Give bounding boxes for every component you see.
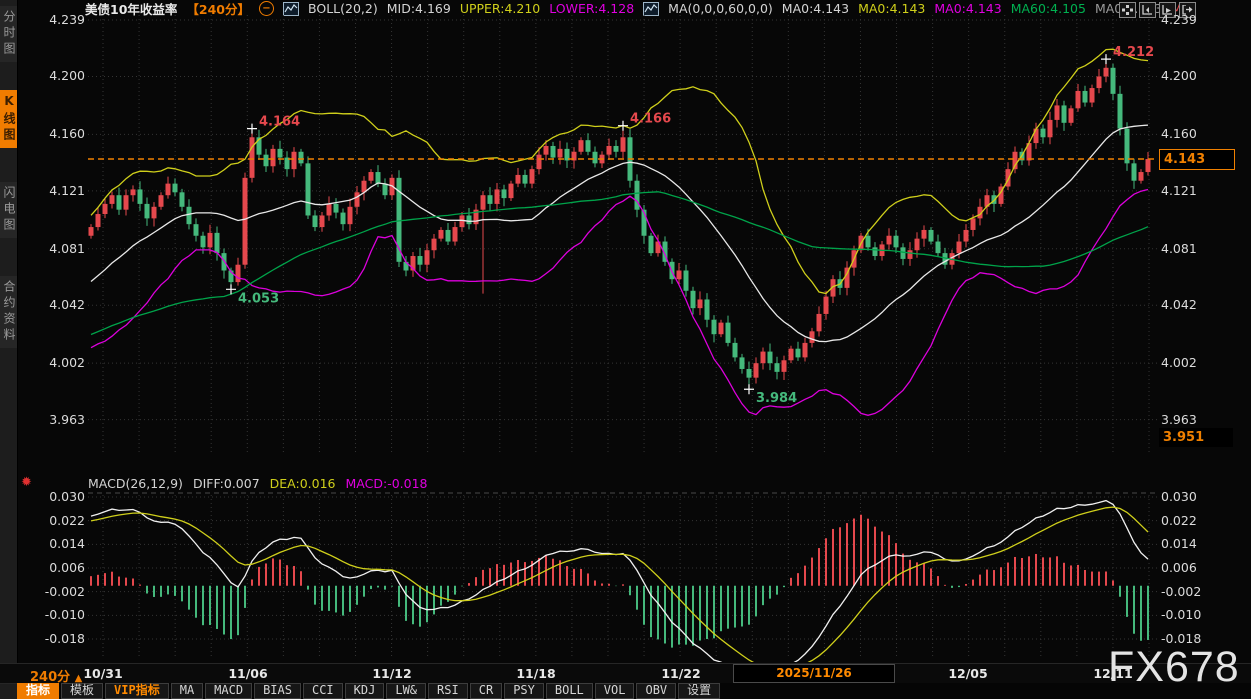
- y-axis-label: 4.121: [1161, 183, 1221, 198]
- sidebar-tab-2[interactable]: K线图: [0, 90, 17, 148]
- extreme-price-label: 4.164: [259, 115, 300, 130]
- macd-pane[interactable]: [88, 470, 1157, 662]
- toolbar-button-OBV[interactable]: OBV: [636, 683, 676, 699]
- alert-icon[interactable]: ✹: [21, 475, 32, 490]
- toolbar-button-MA[interactable]: MA: [171, 683, 203, 699]
- sidebar-tab-3[interactable]: 闪电图: [0, 182, 17, 238]
- x-axis-label: 11/18: [516, 666, 555, 681]
- y-axis-label: 3.963: [1161, 412, 1221, 427]
- y-axis-label: 4.121: [25, 183, 85, 198]
- y-axis-label: 3.963: [25, 412, 85, 427]
- sidebar-tab-1[interactable]: 分时图: [0, 6, 17, 62]
- toolbar-button-MACD[interactable]: MACD: [205, 683, 252, 699]
- sidebar-tab-4[interactable]: 合约资料: [0, 276, 17, 348]
- y-axis-label: 4.002: [1161, 355, 1221, 370]
- selected-bar-time: 2025/11/26 00:00~04:00 三: [733, 664, 895, 683]
- trading-chart-app: 分时图K线图闪电图合约资料 美债10年收益率 【240分】 −BOLL(20,2…: [0, 0, 1251, 699]
- y-axis-label: 4.042: [25, 297, 85, 312]
- x-axis: 240分 ▲ 2025/11/26 00:00~04:00 三 10/3111/…: [0, 663, 1251, 684]
- macd-axis-label: -0.010: [1161, 607, 1221, 622]
- main-chart[interactable]: 4.164 4.053 4.166 3.984 4.212: [88, 10, 1157, 460]
- bottom-toolbar: 指标模板VIP指标MAMACDBIASCCIKDJLW&RSICRPSYBOLL…: [17, 683, 1251, 699]
- left-sidebar: 分时图 K线图闪电图合约资料: [0, 0, 18, 699]
- extreme-price-label: 4.166: [630, 112, 671, 127]
- x-axis-label: 10/31: [83, 666, 122, 681]
- toolbar-button-LW&[interactable]: LW&: [386, 683, 426, 699]
- toolbar-button-VIP指标[interactable]: VIP指标: [105, 683, 169, 699]
- y-axis-label: 4.239: [25, 12, 85, 27]
- macd-axis-label: 0.030: [1161, 489, 1221, 504]
- toolbar-button-BIAS[interactable]: BIAS: [254, 683, 301, 699]
- y-axis-label: 4.160: [1161, 126, 1221, 141]
- macd-axis-label: -0.002: [25, 584, 85, 599]
- toolbar-button-KDJ[interactable]: KDJ: [345, 683, 385, 699]
- macd-axis-label: -0.002: [1161, 584, 1221, 599]
- macd-axis-label: 0.006: [25, 560, 85, 575]
- macd-axis-label: -0.010: [25, 607, 85, 622]
- toolbar-button-指标[interactable]: 指标: [17, 683, 59, 699]
- extreme-price-label: 3.984: [756, 391, 797, 406]
- y-axis-label: 4.200: [1161, 68, 1221, 83]
- fx678-watermark: FX678: [1108, 643, 1240, 692]
- x-axis-label: 11/22: [661, 666, 700, 681]
- x-axis-label: 12/05: [948, 666, 987, 681]
- y-axis-label: 4.081: [25, 241, 85, 256]
- macd-axis-label: 0.014: [1161, 536, 1221, 551]
- toolbar-button-CCI[interactable]: CCI: [303, 683, 343, 699]
- extreme-price-label: 4.212: [1113, 45, 1154, 60]
- macd-axis-label: 0.022: [25, 513, 85, 528]
- macd-axis-label: 0.014: [25, 536, 85, 551]
- x-axis-label: 11/06: [228, 666, 267, 681]
- y-axis-label: 4.160: [25, 126, 85, 141]
- toolbar-button-PSY[interactable]: PSY: [504, 683, 544, 699]
- x-axis-label: 11/12: [372, 666, 411, 681]
- y-axis-label: 4.042: [1161, 297, 1221, 312]
- session-low-badge: 3.951: [1159, 428, 1233, 447]
- y-axis-label: 4.200: [25, 68, 85, 83]
- macd-axis-label: 0.030: [25, 489, 85, 504]
- y-axis-label: 4.002: [25, 355, 85, 370]
- y-axis-label: 4.239: [1161, 12, 1221, 27]
- macd-axis-label: 0.022: [1161, 513, 1221, 528]
- toolbar-button-VOL[interactable]: VOL: [595, 683, 635, 699]
- toolbar-button-RSI[interactable]: RSI: [428, 683, 468, 699]
- macd-axis-label: 0.006: [1161, 560, 1221, 575]
- extreme-price-label: 4.053: [238, 291, 279, 306]
- toolbar-button-BOLL[interactable]: BOLL: [546, 683, 593, 699]
- toolbar-button-模板[interactable]: 模板: [61, 683, 103, 699]
- toolbar-button-设置[interactable]: 设置: [678, 683, 720, 699]
- macd-axis-label: -0.018: [25, 631, 85, 646]
- toolbar-button-CR[interactable]: CR: [470, 683, 502, 699]
- y-axis-label: 4.081: [1161, 241, 1221, 256]
- current-price-badge: 4.143: [1159, 149, 1235, 170]
